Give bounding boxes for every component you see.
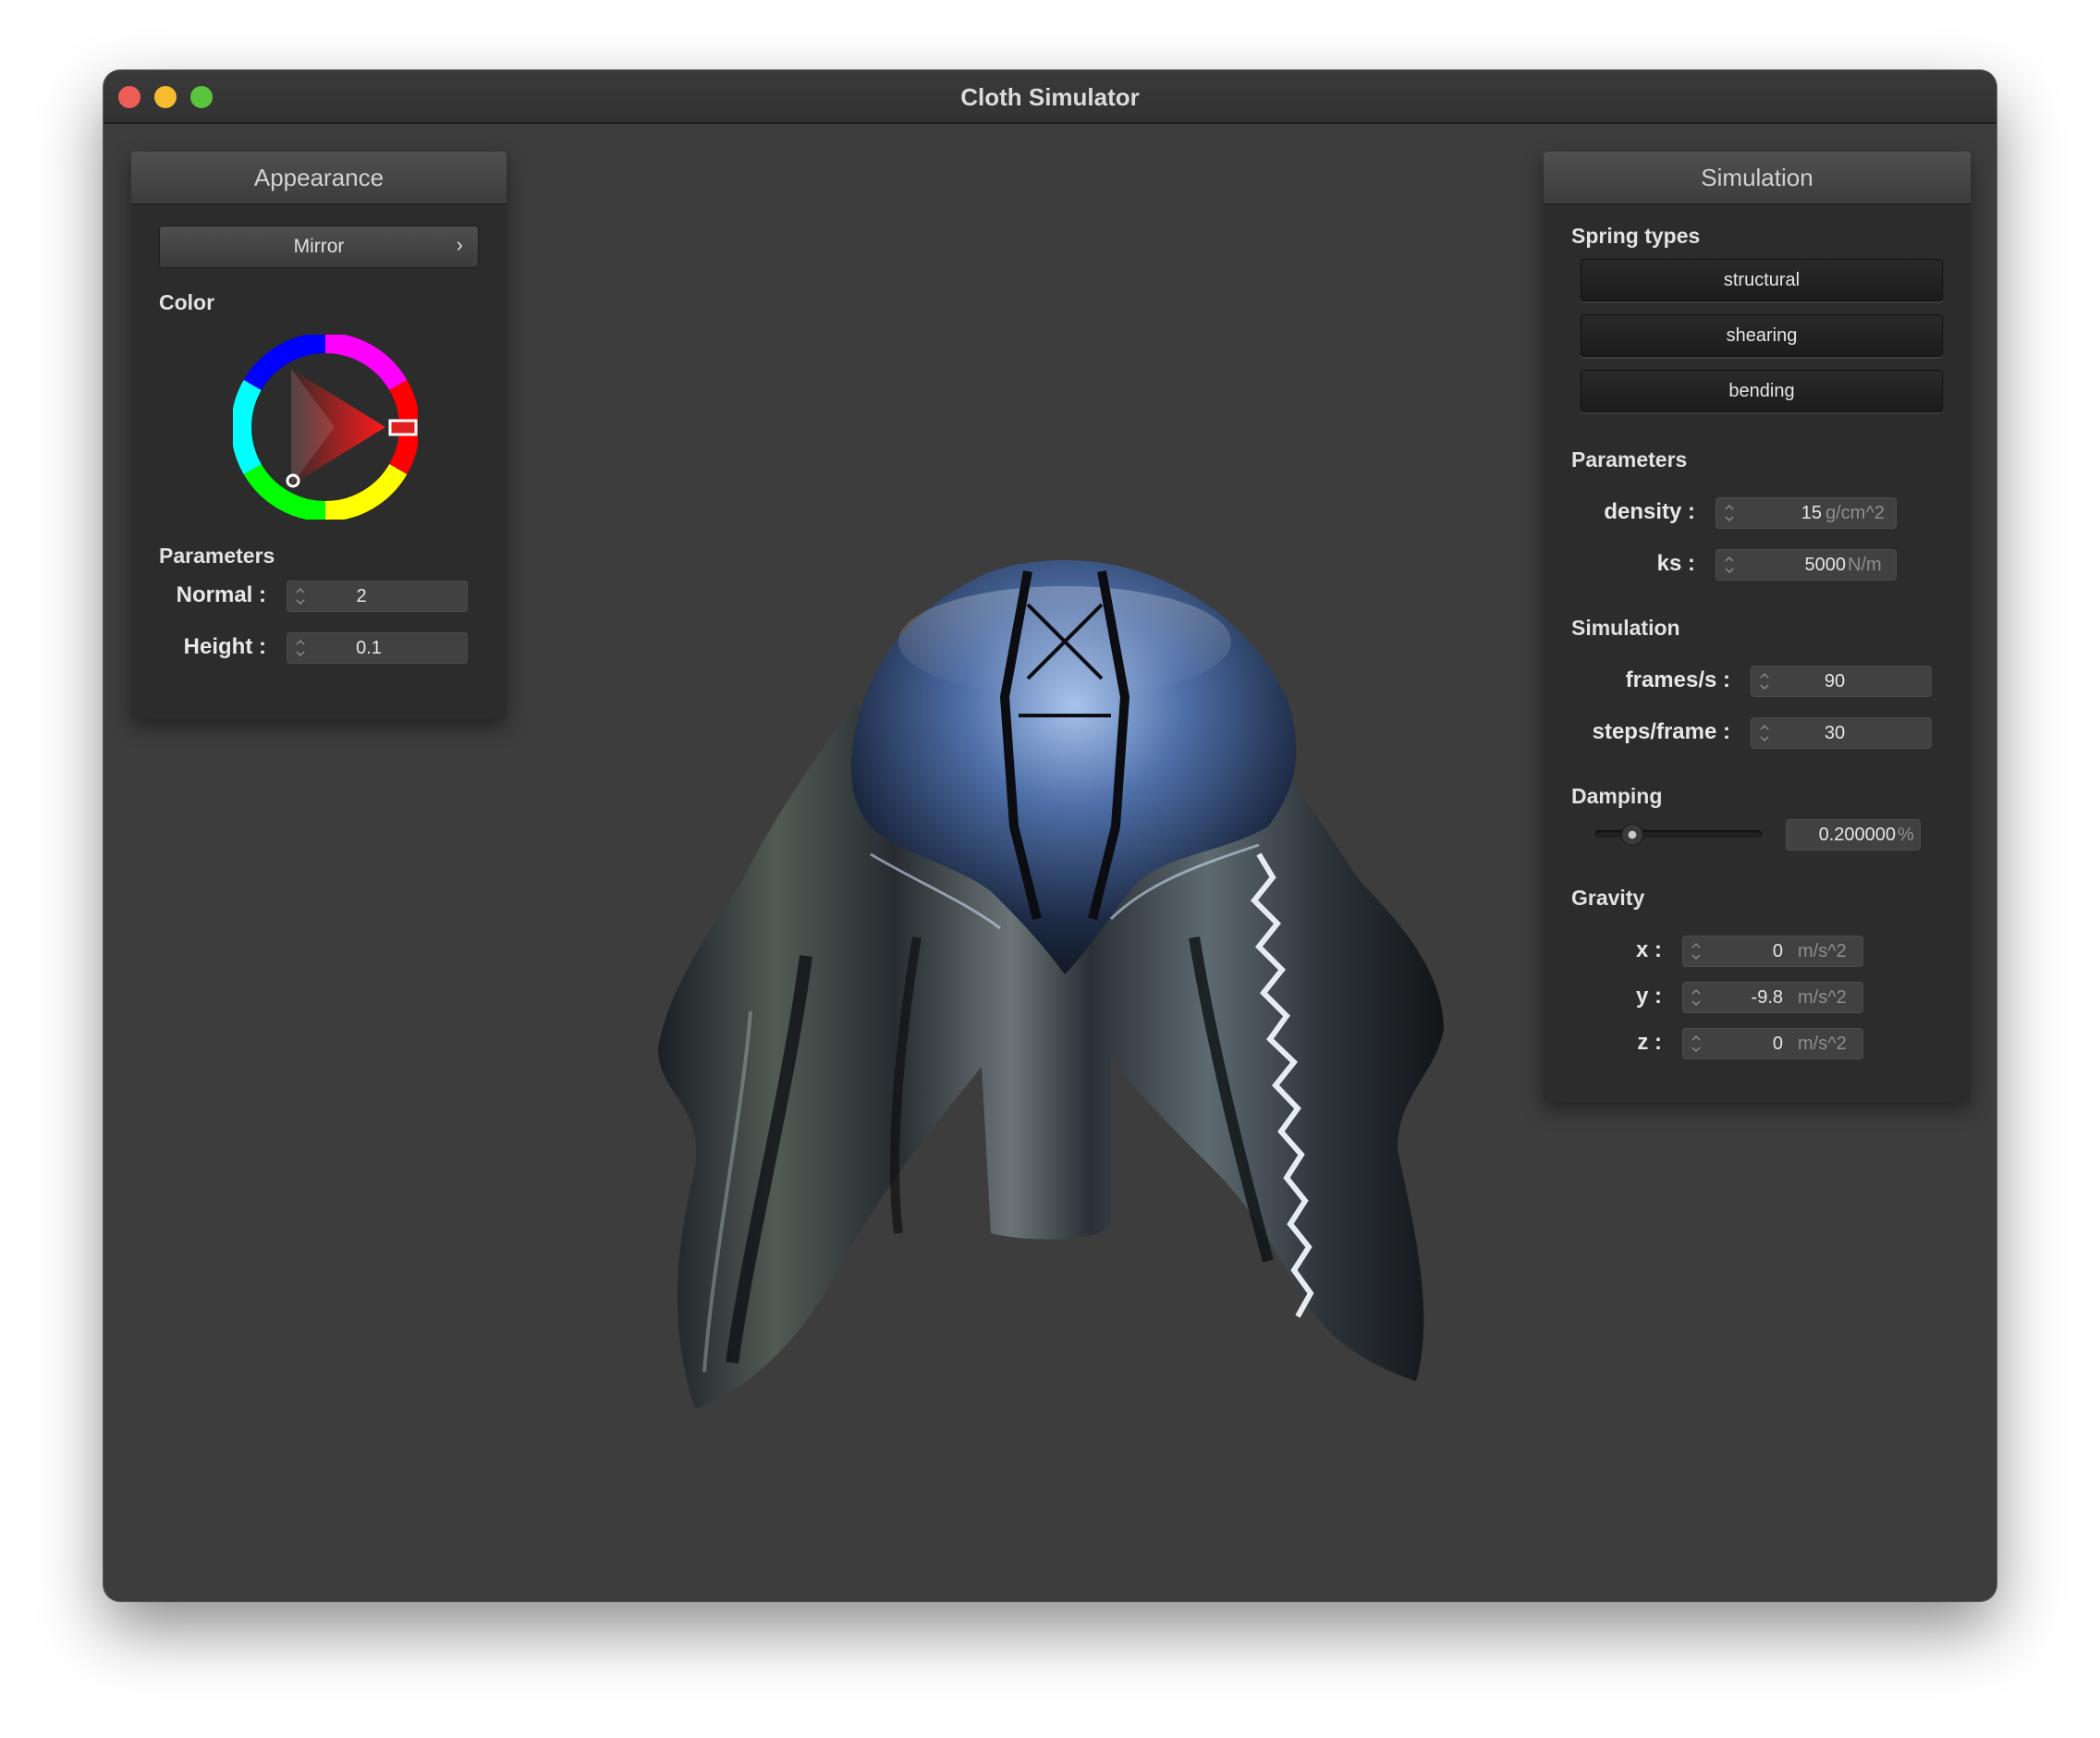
damping-label: Damping [1571,784,1663,808]
ks-input[interactable]: 5000 N/m [1715,549,1897,581]
color-wheel[interactable] [233,335,418,520]
stepper-icon[interactable] [1689,985,1703,1010]
chevron-right-icon: › [456,233,463,256]
gravity-z-unit: m/s^2 [1798,1034,1847,1054]
gravity-z-value: 0 [1772,1034,1783,1054]
simulation-panel: Simulation Spring types structural shear… [1544,152,1971,1102]
material-dropdown-label: Mirror [293,236,345,257]
material-dropdown[interactable]: Mirror › [159,226,479,268]
render-viewport[interactable]: Appearance Mirror › Color Parameters Nor… [104,124,1996,1601]
stepper-icon[interactable] [1722,552,1737,578]
stepper-icon[interactable] [1757,720,1772,746]
ks-label: ks : [1656,551,1695,576]
stepper-icon[interactable] [1757,668,1772,694]
density-label: density : [1604,499,1695,524]
gravity-z-label: z : [1637,1030,1662,1055]
density-input[interactable]: 15 g/cm^2 [1715,497,1897,529]
color-section-label: Color [159,290,215,314]
appearance-panel: Appearance Mirror › Color Parameters Nor… [131,152,507,719]
height-input[interactable]: 0.1 [287,632,468,664]
appearance-parameters-label: Parameters [159,544,275,568]
stepper-icon[interactable] [1689,938,1703,964]
appearance-panel-title[interactable]: Appearance [131,152,507,205]
frames-per-second-input[interactable]: 90 [1751,666,1932,697]
frames-per-second-value: 90 [1824,671,1846,692]
simulation-parameters-label: Parameters [1571,447,1688,471]
bending-spring-toggle[interactable]: bending [1581,370,1943,412]
normal-value: 2 [356,586,367,606]
gravity-y-input[interactable]: -9.8 m/s^2 [1682,982,1863,1013]
damping-slider-track [1595,830,1762,838]
gravity-x-label: x : [1635,937,1662,962]
stepper-icon[interactable] [1689,1031,1703,1057]
gravity-y-value: -9.8 [1751,987,1783,1008]
frames-per-second-label: frames/s : [1625,667,1730,692]
title-bar: Cloth Simulator [104,70,1996,124]
ks-value: 5000 [1804,555,1847,575]
height-value: 0.1 [356,638,382,658]
stepper-icon[interactable] [293,583,308,609]
simulation-panel-title[interactable]: Simulation [1544,152,1971,205]
steps-per-frame-label: steps/frame : [1592,719,1730,744]
density-value: 15 [1801,503,1822,523]
normal-label: Normal : [176,582,266,607]
gravity-z-input[interactable]: 0 m/s^2 [1682,1028,1863,1059]
damping-input[interactable]: 0.200000 % [1786,819,1921,851]
simulation-settings-label: Simulation [1571,616,1680,640]
damping-value: 0.200000 [1818,825,1896,845]
density-unit: g/cm^2 [1825,503,1885,523]
stepper-icon[interactable] [293,635,308,661]
hue-selector-handle [388,419,418,436]
steps-per-frame-input[interactable]: 30 [1751,717,1932,749]
window-title: Cloth Simulator [960,83,1140,111]
structural-spring-toggle[interactable]: structural [1581,259,1943,301]
gravity-x-input[interactable]: 0 m/s^2 [1682,936,1863,967]
gravity-y-unit: m/s^2 [1798,987,1847,1008]
stepper-icon[interactable] [1722,500,1737,526]
normal-input[interactable]: 2 [287,581,468,612]
app-window: Cloth Simulator Appearance Mirror › Colo… [104,70,1996,1601]
spring-types-label: Spring types [1571,224,1701,248]
gravity-y-label: y : [1635,984,1662,1009]
gravity-x-unit: m/s^2 [1798,941,1847,961]
ks-unit: N/m [1848,555,1882,575]
damping-slider[interactable] [1595,823,1762,846]
gravity-x-value: 0 [1772,941,1783,961]
height-label: Height : [183,634,266,659]
gravity-label: Gravity [1571,886,1645,910]
steps-per-frame-value: 30 [1824,723,1846,743]
damping-unit: % [1898,825,1914,845]
damping-slider-handle[interactable] [1621,824,1644,846]
shearing-spring-toggle[interactable]: shearing [1581,314,1943,357]
